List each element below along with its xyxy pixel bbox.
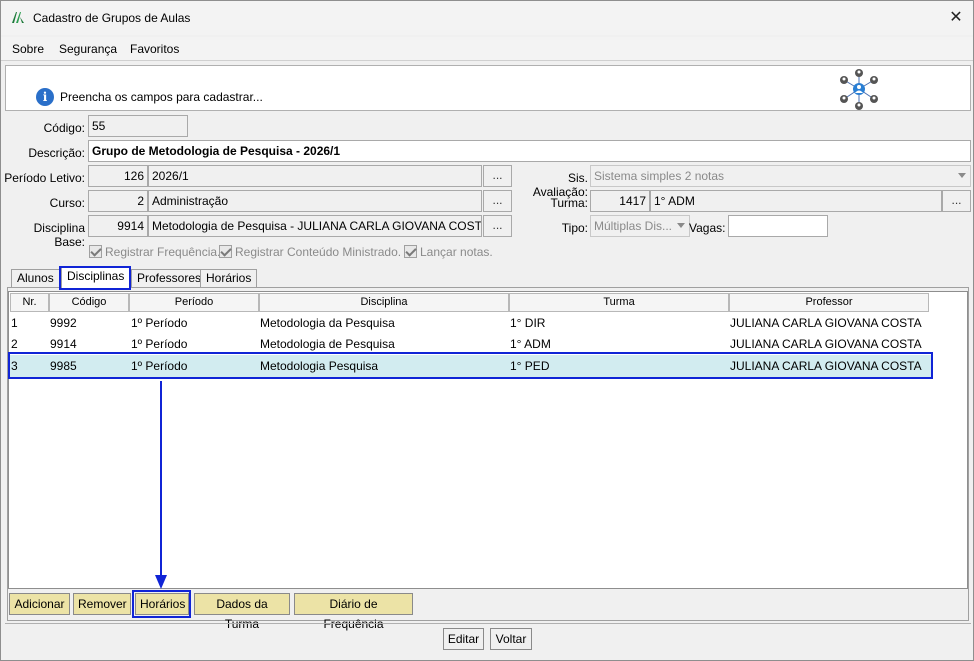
disciplina-base-code[interactable]: 9914 xyxy=(88,215,148,237)
diario-frequencia-button[interactable]: Diário de Frequência xyxy=(294,593,413,631)
info-message: Preencha os campos para cadastrar... xyxy=(60,90,263,104)
chevron-down-icon xyxy=(958,173,966,178)
registrar-conteudo-label: Registrar Conteúdo Ministrado. xyxy=(235,245,402,259)
tab-alunos[interactable]: Alunos xyxy=(11,269,60,287)
app-logo-icon xyxy=(12,12,24,23)
title-bar: Cadastro de Grupos de Aulas ✕ xyxy=(1,1,973,35)
registrar-conteudo-checkbox[interactable]: Registrar Conteúdo Ministrado. xyxy=(219,245,401,259)
disciplina-base-value: Metodologia de Pesquisa - JULIANA CARLA … xyxy=(148,215,482,237)
cell-disciplina: Metodologia da Pesquisa xyxy=(260,316,395,330)
selected-table-row[interactable]: 3 9985 1º Período Metodologia Pesquisa 1… xyxy=(10,355,931,377)
vagas-label: Vagas: xyxy=(689,221,726,235)
periodo-letivo-code[interactable]: 126 xyxy=(88,165,148,187)
footer-bar xyxy=(5,623,971,657)
cell-turma: 1° DIR xyxy=(510,316,546,330)
lancar-notas-label: Lançar notas. xyxy=(420,245,493,259)
column-header-professor[interactable]: Professor xyxy=(729,293,929,312)
remover-button[interactable]: Remover xyxy=(73,593,131,615)
cell-periodo: 1º Período xyxy=(131,316,188,330)
turma-lookup-button[interactable]: ... xyxy=(942,190,971,212)
cell-professor: JULIANA CARLA GIOVANA COSTA xyxy=(730,337,922,351)
editar-button[interactable]: Editar xyxy=(443,628,484,650)
curso-code[interactable]: 2 xyxy=(88,190,148,212)
column-header-turma[interactable]: Turma xyxy=(509,293,729,312)
dados-turma-button[interactable]: Dados da Turma xyxy=(194,593,290,631)
arrow-down-icon xyxy=(155,381,167,589)
cell-periodo: 1º Período xyxy=(131,359,188,373)
tipo-label: Tipo: xyxy=(561,221,588,235)
periodo-letivo-value: 2026/1 xyxy=(148,165,482,187)
tab-disciplinas[interactable]: Disciplinas xyxy=(61,267,131,288)
descricao-field[interactable]: Grupo de Metodologia de Pesquisa - 2026/… xyxy=(88,140,971,162)
menu-seguranca[interactable]: Segurança xyxy=(59,42,117,56)
column-header-nr[interactable]: Nr. xyxy=(10,293,49,312)
menu-sobre[interactable]: Sobre xyxy=(12,42,44,56)
cell-turma: 1° PED xyxy=(510,359,550,373)
cell-codigo: 9914 xyxy=(50,337,77,351)
registrar-frequencia-checkbox[interactable]: Registrar Frequência. xyxy=(89,245,220,259)
close-icon[interactable]: ✕ xyxy=(945,7,967,29)
cell-codigo: 9985 xyxy=(50,359,77,373)
menu-favoritos[interactable]: Favoritos xyxy=(130,42,179,56)
turma-label: Turma: xyxy=(550,196,588,210)
checkbox-checked-icon xyxy=(404,245,417,258)
disciplina-lookup-button[interactable]: ... xyxy=(483,215,512,237)
periodo-letivo-label: Período Letivo: xyxy=(4,171,85,185)
tab-horarios[interactable]: Horários xyxy=(200,269,258,287)
turma-value: 1° ADM xyxy=(650,190,942,212)
horarios-button[interactable]: Horários xyxy=(135,593,189,615)
tipo-select[interactable]: Múltiplas Dis... xyxy=(590,215,690,237)
chevron-down-icon xyxy=(677,223,685,228)
cell-nr: 3 xyxy=(11,359,18,373)
voltar-button[interactable]: Voltar xyxy=(490,628,532,650)
codigo-label: Código: xyxy=(43,121,85,135)
cell-nr: 1 xyxy=(11,316,18,330)
column-header-disciplina[interactable]: Disciplina xyxy=(259,293,509,312)
descricao-label: Descrição: xyxy=(28,146,85,160)
tipo-value: Múltiplas Dis... xyxy=(594,219,673,233)
curso-lookup-button[interactable]: ... xyxy=(483,190,512,212)
info-header: i Preencha os campos para cadastrar... xyxy=(5,65,971,111)
tab-professores[interactable]: Professores xyxy=(131,269,208,287)
turma-code[interactable]: 1417 xyxy=(590,190,650,212)
cell-periodo: 1º Período xyxy=(131,337,188,351)
curso-label: Curso: xyxy=(49,196,85,210)
sis-avaliacao-value: Sistema simples 2 notas xyxy=(594,169,725,183)
adicionar-button[interactable]: Adicionar xyxy=(9,593,70,615)
app-window: Cadastro de Grupos de Aulas ✕ Sobre Segu… xyxy=(0,0,974,661)
cell-disciplina: Metodologia de Pesquisa xyxy=(260,337,395,351)
menu-bar: Sobre Segurança Favoritos xyxy=(1,37,973,61)
cell-professor: JULIANA CARLA GIOVANA COSTA xyxy=(730,359,922,373)
info-icon: i xyxy=(36,88,54,106)
checkbox-checked-icon xyxy=(89,245,102,258)
cell-turma: 1° ADM xyxy=(510,337,551,351)
periodo-lookup-button[interactable]: ... xyxy=(483,165,512,187)
sis-avaliacao-label: Sis. Avaliação: xyxy=(532,171,588,199)
curso-value: Administração xyxy=(148,190,482,212)
cell-disciplina: Metodologia Pesquisa xyxy=(260,359,379,373)
cell-nr: 2 xyxy=(11,337,18,351)
cell-codigo: 9992 xyxy=(50,316,77,330)
cell-professor: JULIANA CARLA GIOVANA COSTA xyxy=(730,316,922,330)
window-title: Cadastro de Grupos de Aulas xyxy=(33,11,191,25)
sis-avaliacao-select[interactable]: Sistema simples 2 notas xyxy=(590,165,971,187)
column-header-codigo[interactable]: Código xyxy=(49,293,129,312)
vagas-field[interactable] xyxy=(728,215,828,237)
disciplina-base-label: Disciplina Base: xyxy=(33,221,85,249)
column-header-periodo[interactable]: Período xyxy=(129,293,259,312)
network-users-icon xyxy=(840,69,878,110)
lancar-notas-checkbox[interactable]: Lançar notas. xyxy=(404,245,493,259)
registrar-frequencia-label: Registrar Frequência. xyxy=(105,245,221,259)
checkbox-checked-icon xyxy=(219,245,232,258)
codigo-field[interactable]: 55 xyxy=(88,115,188,137)
